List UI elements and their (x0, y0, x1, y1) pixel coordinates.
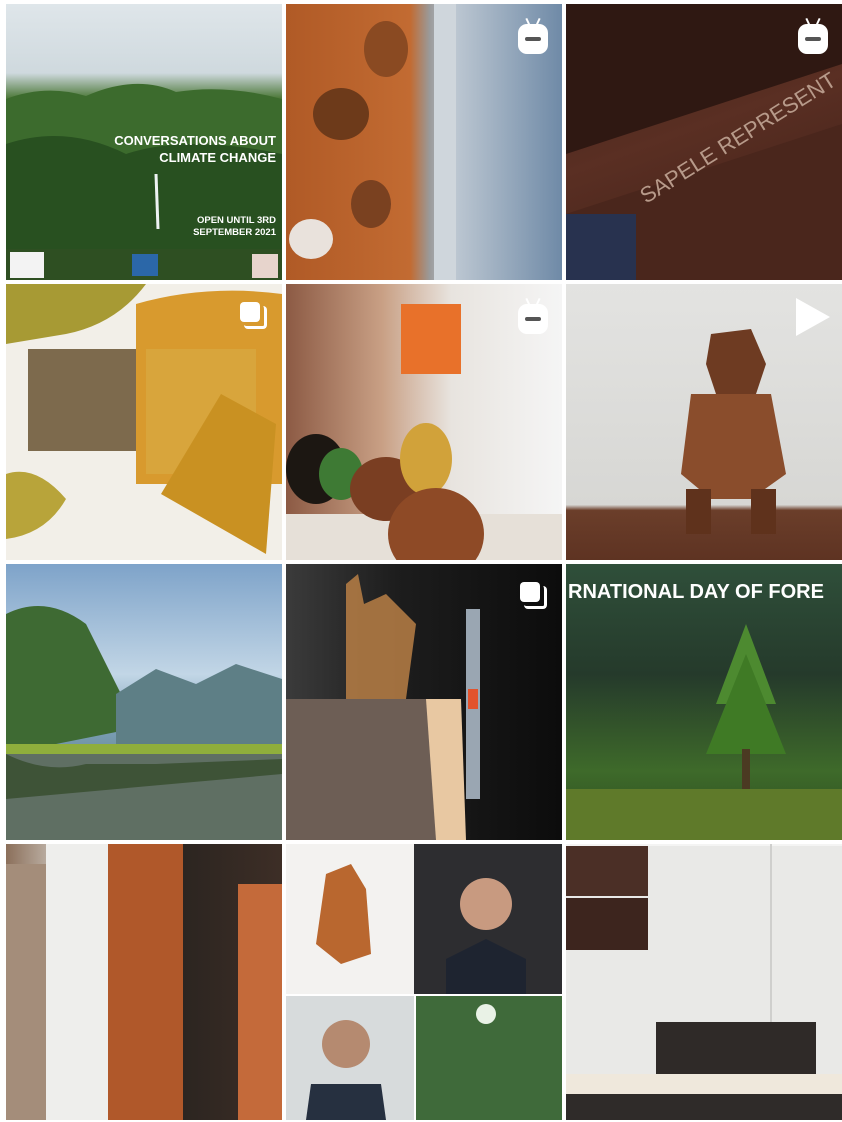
forest-seedling-image (566, 624, 842, 840)
post-tile-timber-columns[interactable] (6, 844, 282, 1120)
poster-dates-line-2: SEPTEMBER 2021 (193, 227, 276, 238)
post-grid: CONVERSATIONS ABOUT CLIMATE CHANGE OPEN … (6, 4, 842, 1120)
post-tile-wooden-eggs[interactable] (286, 284, 562, 560)
post-tile-forests-day[interactable]: RNATIONAL DAY OF FORE (566, 564, 842, 840)
post-tile-veneer-samples[interactable] (6, 284, 282, 560)
lake-mountains-image (6, 606, 282, 840)
poster-title-line-1: CONVERSATIONS ABOUT (114, 133, 276, 148)
igtv-icon (516, 22, 550, 56)
post-tile-wall-sign[interactable] (566, 844, 842, 1120)
post-tile-climate-poster[interactable]: CONVERSATIONS ABOUT CLIMATE CHANGE OPEN … (6, 4, 282, 280)
post-tile-portrait-collage[interactable] (286, 844, 562, 1120)
post-tile-engraved-block[interactable]: SAPELE REPRESENT (566, 4, 842, 280)
igtv-icon (516, 302, 550, 336)
post-tile-wooden-gorilla[interactable] (566, 284, 842, 560)
carousel-icon (240, 302, 267, 329)
poster-dates-line-1: OPEN UNTIL 3RD (196, 215, 276, 226)
play-icon (796, 298, 830, 336)
igtv-icon (796, 22, 830, 56)
carousel-icon (520, 582, 547, 609)
timber-columns-image (6, 844, 282, 1120)
post-tile-perforated-wood[interactable] (286, 4, 562, 280)
poster-title-line-2: CLIMATE CHANGE (159, 150, 276, 165)
post-tile-wood-silhouettes[interactable] (286, 564, 562, 840)
wall-sign-image (566, 844, 842, 1120)
forests-day-headline: RNATIONAL DAY OF FORE (568, 581, 824, 603)
post-tile-lake-mountains[interactable] (6, 564, 282, 840)
portrait-collage-image (286, 844, 562, 1120)
